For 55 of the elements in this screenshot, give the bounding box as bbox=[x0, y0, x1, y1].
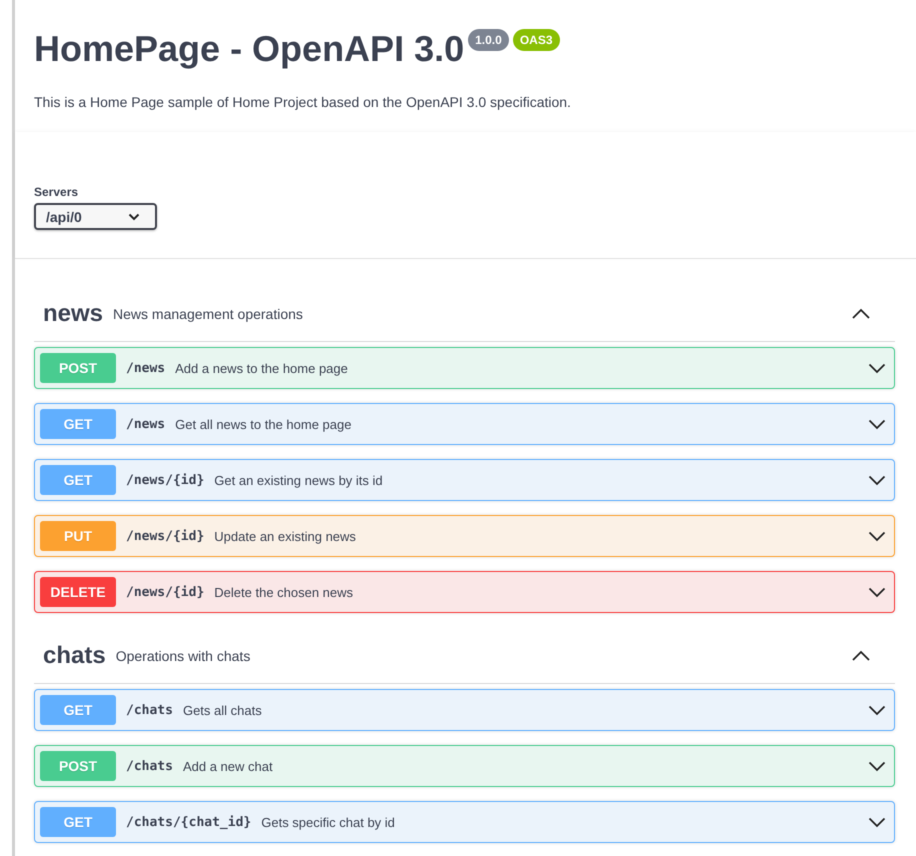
endpoint-summary: Get all news to the home page bbox=[175, 416, 352, 432]
endpoint-summary: Gets specific chat by id bbox=[261, 814, 396, 830]
method-badge: GET bbox=[40, 695, 116, 725]
endpoint-path: /chats bbox=[126, 758, 173, 774]
endpoint-path: /news/{id} bbox=[126, 472, 204, 488]
endpoint-path: /news/{id} bbox=[126, 528, 204, 544]
chevron-down-icon[interactable] bbox=[868, 704, 886, 716]
method-badge: POST bbox=[40, 751, 116, 781]
endpoint-path: /news bbox=[126, 360, 166, 376]
tag-description: News management operations bbox=[113, 306, 304, 322]
operation-row[interactable]: GET /news/{id} Get an existing news by its id bbox=[34, 459, 895, 501]
chevron-down-icon[interactable] bbox=[868, 418, 886, 430]
method-badge: POST bbox=[40, 353, 116, 383]
server-select[interactable]: /api/0 bbox=[34, 203, 157, 230]
endpoint-summary: Add a new chat bbox=[182, 758, 274, 774]
chevron-down-icon[interactable] bbox=[868, 816, 886, 828]
operation-row[interactable]: DELETE /news/{id} Delete the chosen news bbox=[34, 571, 895, 613]
tag-description: Operations with chats bbox=[116, 648, 252, 664]
endpoint-summary: Add a news to the home page bbox=[175, 360, 349, 376]
page-title: HomePage - OpenAPI 3.0 bbox=[34, 27, 464, 71]
tag-header[interactable]: chats Operations with chats bbox=[34, 628, 895, 684]
method-badge: GET bbox=[40, 465, 116, 495]
version-badge: 1.0.0 bbox=[468, 29, 509, 51]
chevron-down-icon[interactable] bbox=[868, 530, 886, 542]
endpoint-path: /chats bbox=[126, 702, 173, 718]
method-badge: GET bbox=[40, 409, 116, 439]
caret-icon bbox=[128, 212, 140, 220]
operation-row[interactable]: GET /chats/{chat_id} Gets specific chat by id bbox=[34, 801, 895, 843]
chevron-down-icon[interactable] bbox=[868, 362, 886, 374]
chevron-up-icon[interactable] bbox=[851, 650, 871, 662]
operation-row[interactable]: GET /news Get all news to the home page bbox=[34, 403, 895, 445]
operation-row[interactable]: POST /news Add a news to the home page bbox=[34, 347, 895, 389]
chevron-up-icon[interactable] bbox=[851, 308, 871, 320]
endpoint-summary: Update an existing news bbox=[214, 528, 357, 544]
servers-label: Servers bbox=[34, 185, 80, 199]
tag-name: news bbox=[43, 300, 104, 328]
chevron-down-icon[interactable] bbox=[868, 760, 886, 772]
endpoint-path: /news bbox=[126, 416, 166, 432]
method-badge: PUT bbox=[40, 521, 116, 551]
spec-badge: OAS3 bbox=[512, 29, 560, 51]
method-badge: GET bbox=[40, 807, 116, 837]
chevron-down-icon[interactable] bbox=[868, 586, 886, 598]
endpoint-path: /chats/{chat_id} bbox=[126, 814, 252, 830]
tag-header[interactable]: news News management operations bbox=[34, 286, 895, 342]
endpoint-summary: Delete the chosen news bbox=[214, 584, 354, 600]
method-badge: DELETE bbox=[40, 577, 116, 607]
endpoint-path: /news/{id} bbox=[126, 584, 204, 600]
operation-row[interactable]: GET /chats Gets all chats bbox=[34, 689, 895, 731]
operation-row[interactable]: PUT /news/{id} Update an existing news bbox=[34, 515, 895, 557]
api-description: This is a Home Page sample of Home Project based on the OpenAPI 3.0 specification. bbox=[34, 94, 572, 110]
chevron-down-icon[interactable] bbox=[868, 474, 886, 486]
tag-name: chats bbox=[43, 642, 106, 670]
operation-row[interactable]: POST /chats Add a new chat bbox=[34, 745, 895, 787]
endpoint-summary: Gets all chats bbox=[182, 702, 263, 718]
endpoint-summary: Get an existing news by its id bbox=[214, 472, 384, 488]
